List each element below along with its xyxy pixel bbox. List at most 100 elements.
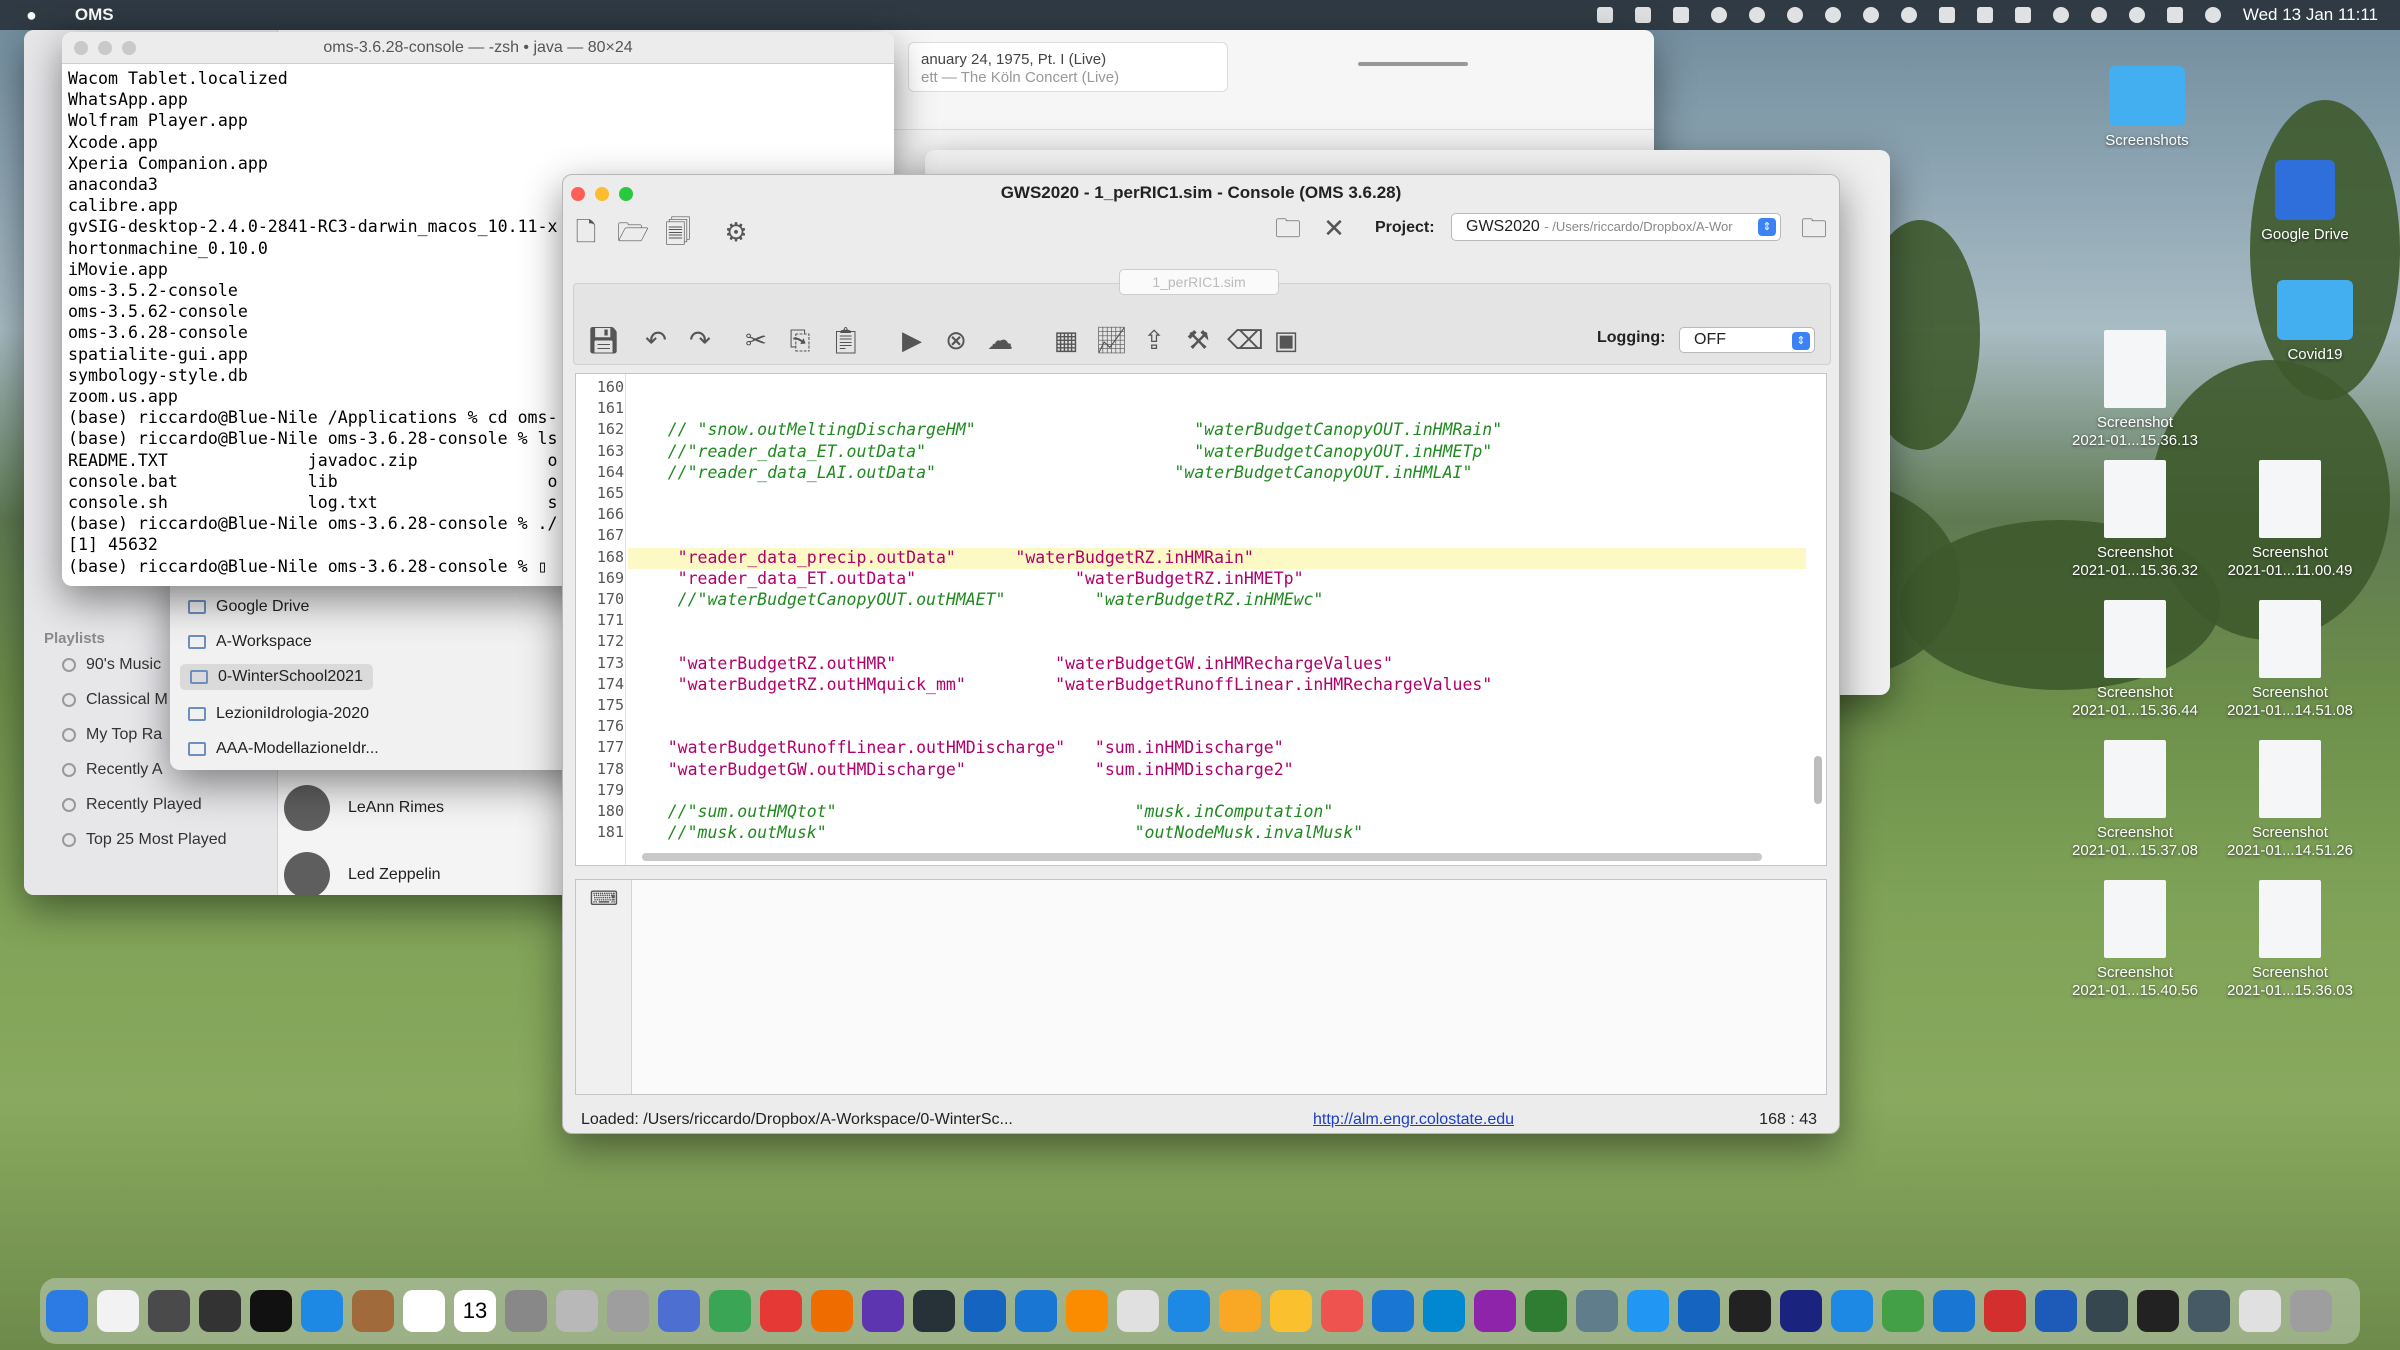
dock-app-icon[interactable] bbox=[352, 1290, 394, 1332]
dock-app-icon[interactable] bbox=[1576, 1290, 1618, 1332]
dock-app-icon[interactable] bbox=[862, 1290, 904, 1332]
status-icon[interactable] bbox=[1786, 7, 1803, 23]
minimize-button[interactable] bbox=[98, 41, 112, 55]
code-line[interactable] bbox=[628, 632, 1806, 653]
dock-app-icon[interactable] bbox=[301, 1290, 343, 1332]
cut-icon[interactable]: ✂ bbox=[741, 325, 771, 355]
status-icon[interactable] bbox=[1596, 7, 1613, 23]
table-icon[interactable]: ▦ bbox=[1051, 325, 1081, 355]
dock-app-icon[interactable] bbox=[1627, 1290, 1669, 1332]
battery-icon[interactable] bbox=[2014, 7, 2031, 23]
code-line[interactable] bbox=[628, 526, 1806, 547]
save-all-icon[interactable]: 🗐 bbox=[663, 217, 693, 247]
code-line[interactable] bbox=[628, 781, 1806, 802]
dock-app-icon[interactable] bbox=[1780, 1290, 1822, 1332]
finder-item[interactable]: A-Workspace bbox=[188, 633, 312, 651]
dock-app-icon[interactable] bbox=[964, 1290, 1006, 1332]
dock-app-icon[interactable] bbox=[250, 1290, 292, 1332]
artist-row[interactable]: LeAnn Rimes bbox=[284, 785, 444, 831]
now-playing[interactable]: anuary 24, 1975, Pt. I (Live) ett — The … bbox=[908, 42, 1228, 92]
code-line[interactable]: "reader_data_ET.outData" "waterBudgetRZ.… bbox=[628, 569, 1806, 590]
dock-app-icon[interactable] bbox=[148, 1290, 190, 1332]
playlist-item[interactable]: Recently Played bbox=[62, 796, 202, 814]
playlist-item[interactable]: Classical M bbox=[62, 691, 168, 709]
dock-app-icon[interactable] bbox=[46, 1290, 88, 1332]
dock-app-icon[interactable] bbox=[1321, 1290, 1363, 1332]
cloud-icon[interactable]: ☁ bbox=[985, 325, 1015, 355]
google-drive-icon[interactable]: Google Drive bbox=[2230, 160, 2380, 244]
status-icon[interactable] bbox=[1710, 7, 1727, 23]
dock-app-icon[interactable] bbox=[709, 1290, 751, 1332]
dock-app-icon[interactable] bbox=[1117, 1290, 1159, 1332]
playlist-item[interactable]: My Top Ra bbox=[62, 726, 162, 744]
code-line[interactable] bbox=[628, 399, 1806, 420]
code-line[interactable]: "reader_data_precip.outData" "waterBudge… bbox=[628, 547, 1806, 569]
logging-select[interactable]: OFF ⇕ bbox=[1679, 327, 1815, 353]
dropbox-icon[interactable] bbox=[1672, 7, 1689, 23]
dock-app-icon[interactable] bbox=[2086, 1290, 2128, 1332]
screenshot-file-icon[interactable]: Screenshot 2021-01...15.36.13 bbox=[2060, 330, 2210, 450]
artist-row[interactable]: Led Zeppelin bbox=[284, 852, 441, 895]
volume-slider[interactable] bbox=[1358, 62, 1468, 66]
dock-app-icon[interactable] bbox=[2239, 1290, 2281, 1332]
dock-app-icon[interactable] bbox=[556, 1290, 598, 1332]
user-icon[interactable] bbox=[2090, 7, 2107, 23]
dock-app-icon[interactable] bbox=[1474, 1290, 1516, 1332]
folder-icon[interactable]: Screenshots bbox=[2072, 66, 2222, 150]
dock-app-icon[interactable] bbox=[811, 1290, 853, 1332]
code-line[interactable] bbox=[628, 696, 1806, 717]
code-line[interactable] bbox=[628, 378, 1806, 399]
code-line[interactable]: //"reader_data_LAI.outData" "waterBudget… bbox=[628, 463, 1806, 484]
copy-icon[interactable]: ⎘ bbox=[785, 325, 815, 355]
dock-app-icon[interactable] bbox=[505, 1290, 547, 1332]
export-icon[interactable]: ⇪ bbox=[1139, 325, 1169, 355]
archive-icon[interactable]: ▣ bbox=[1271, 325, 1301, 355]
siri-icon[interactable] bbox=[2204, 7, 2221, 23]
status-icon[interactable] bbox=[1634, 7, 1651, 23]
screenshot-file-icon[interactable]: Screenshot 2021-01...15.36.32 bbox=[2060, 460, 2210, 580]
redo-icon[interactable]: ↷ bbox=[685, 325, 715, 355]
dock-app-icon[interactable] bbox=[1525, 1290, 1567, 1332]
screenshot-file-icon[interactable]: Screenshot 2021-01...15.37.08 bbox=[2060, 740, 2210, 860]
terminal-titlebar[interactable]: oms-3.6.28-console — -zsh • java — 80×24 bbox=[62, 32, 894, 64]
chart-icon[interactable]: 📈︎ bbox=[1095, 325, 1128, 355]
screenshot-file-icon[interactable]: Screenshot 2021-01...15.36.44 bbox=[2060, 600, 2210, 720]
code-line[interactable]: "waterBudgetGW.outHMDischarge" "sum.inHM… bbox=[628, 760, 1806, 781]
dock-app-icon[interactable] bbox=[2035, 1290, 2077, 1332]
dock-app-icon[interactable] bbox=[97, 1290, 139, 1332]
dock-app-icon[interactable] bbox=[760, 1290, 802, 1332]
moon-icon[interactable] bbox=[1862, 7, 1879, 23]
paste-icon[interactable]: 📋︎ bbox=[829, 325, 862, 355]
finder-item[interactable]: Google Drive bbox=[188, 598, 309, 616]
run-icon[interactable]: ▶ bbox=[897, 325, 927, 355]
finder-item-selected[interactable]: 0-WinterSchool2021 bbox=[180, 664, 373, 690]
code-line[interactable]: //"musk.outMusk" "outNodeMusk.invalMusk" bbox=[628, 823, 1806, 844]
file-tab[interactable]: 1_perRIC1.sim bbox=[1119, 269, 1279, 295]
dock-app-icon[interactable] bbox=[403, 1290, 445, 1332]
browse-folder-icon[interactable]: 🗀 bbox=[1799, 213, 1829, 243]
calendar-icon[interactable]: 13 bbox=[454, 1290, 496, 1332]
dock-app-icon[interactable] bbox=[913, 1290, 955, 1332]
eraser-icon[interactable]: ⌫ bbox=[1227, 325, 1264, 355]
dock-app-icon[interactable] bbox=[1015, 1290, 1057, 1332]
status-icon[interactable] bbox=[1824, 7, 1841, 23]
dock-app-icon[interactable] bbox=[1168, 1290, 1210, 1332]
cloud-icon[interactable] bbox=[1748, 7, 1765, 23]
screenshot-file-icon[interactable]: Screenshot 2021-01...15.40.56 bbox=[2060, 880, 2210, 1000]
search-icon[interactable] bbox=[2128, 7, 2145, 23]
build-hammer-icon[interactable]: ⚒ bbox=[1183, 325, 1213, 355]
wifi-icon[interactable] bbox=[2052, 7, 2069, 23]
dock-app-icon[interactable] bbox=[1831, 1290, 1873, 1332]
code-line[interactable]: //"reader_data_ET.outData" "waterBudgetC… bbox=[628, 442, 1806, 463]
code-editor[interactable]: 160 161 162 // "snow.outMeltingDischargeHM… bbox=[575, 373, 1827, 866]
dock-app-icon[interactable] bbox=[1423, 1290, 1465, 1332]
dock-app-icon[interactable] bbox=[2137, 1290, 2179, 1332]
status-link[interactable]: http://alm.engr.colostate.edu bbox=[1313, 1111, 1514, 1129]
code-line[interactable] bbox=[628, 611, 1806, 632]
playlist-item[interactable]: Top 25 Most Played bbox=[62, 831, 227, 849]
dock-app-icon[interactable] bbox=[607, 1290, 649, 1332]
vertical-scrollbar[interactable] bbox=[1814, 756, 1822, 804]
bluetooth-icon[interactable] bbox=[1976, 7, 1993, 23]
undo-icon[interactable]: ↶ bbox=[641, 325, 671, 355]
code-line[interactable] bbox=[628, 717, 1806, 738]
